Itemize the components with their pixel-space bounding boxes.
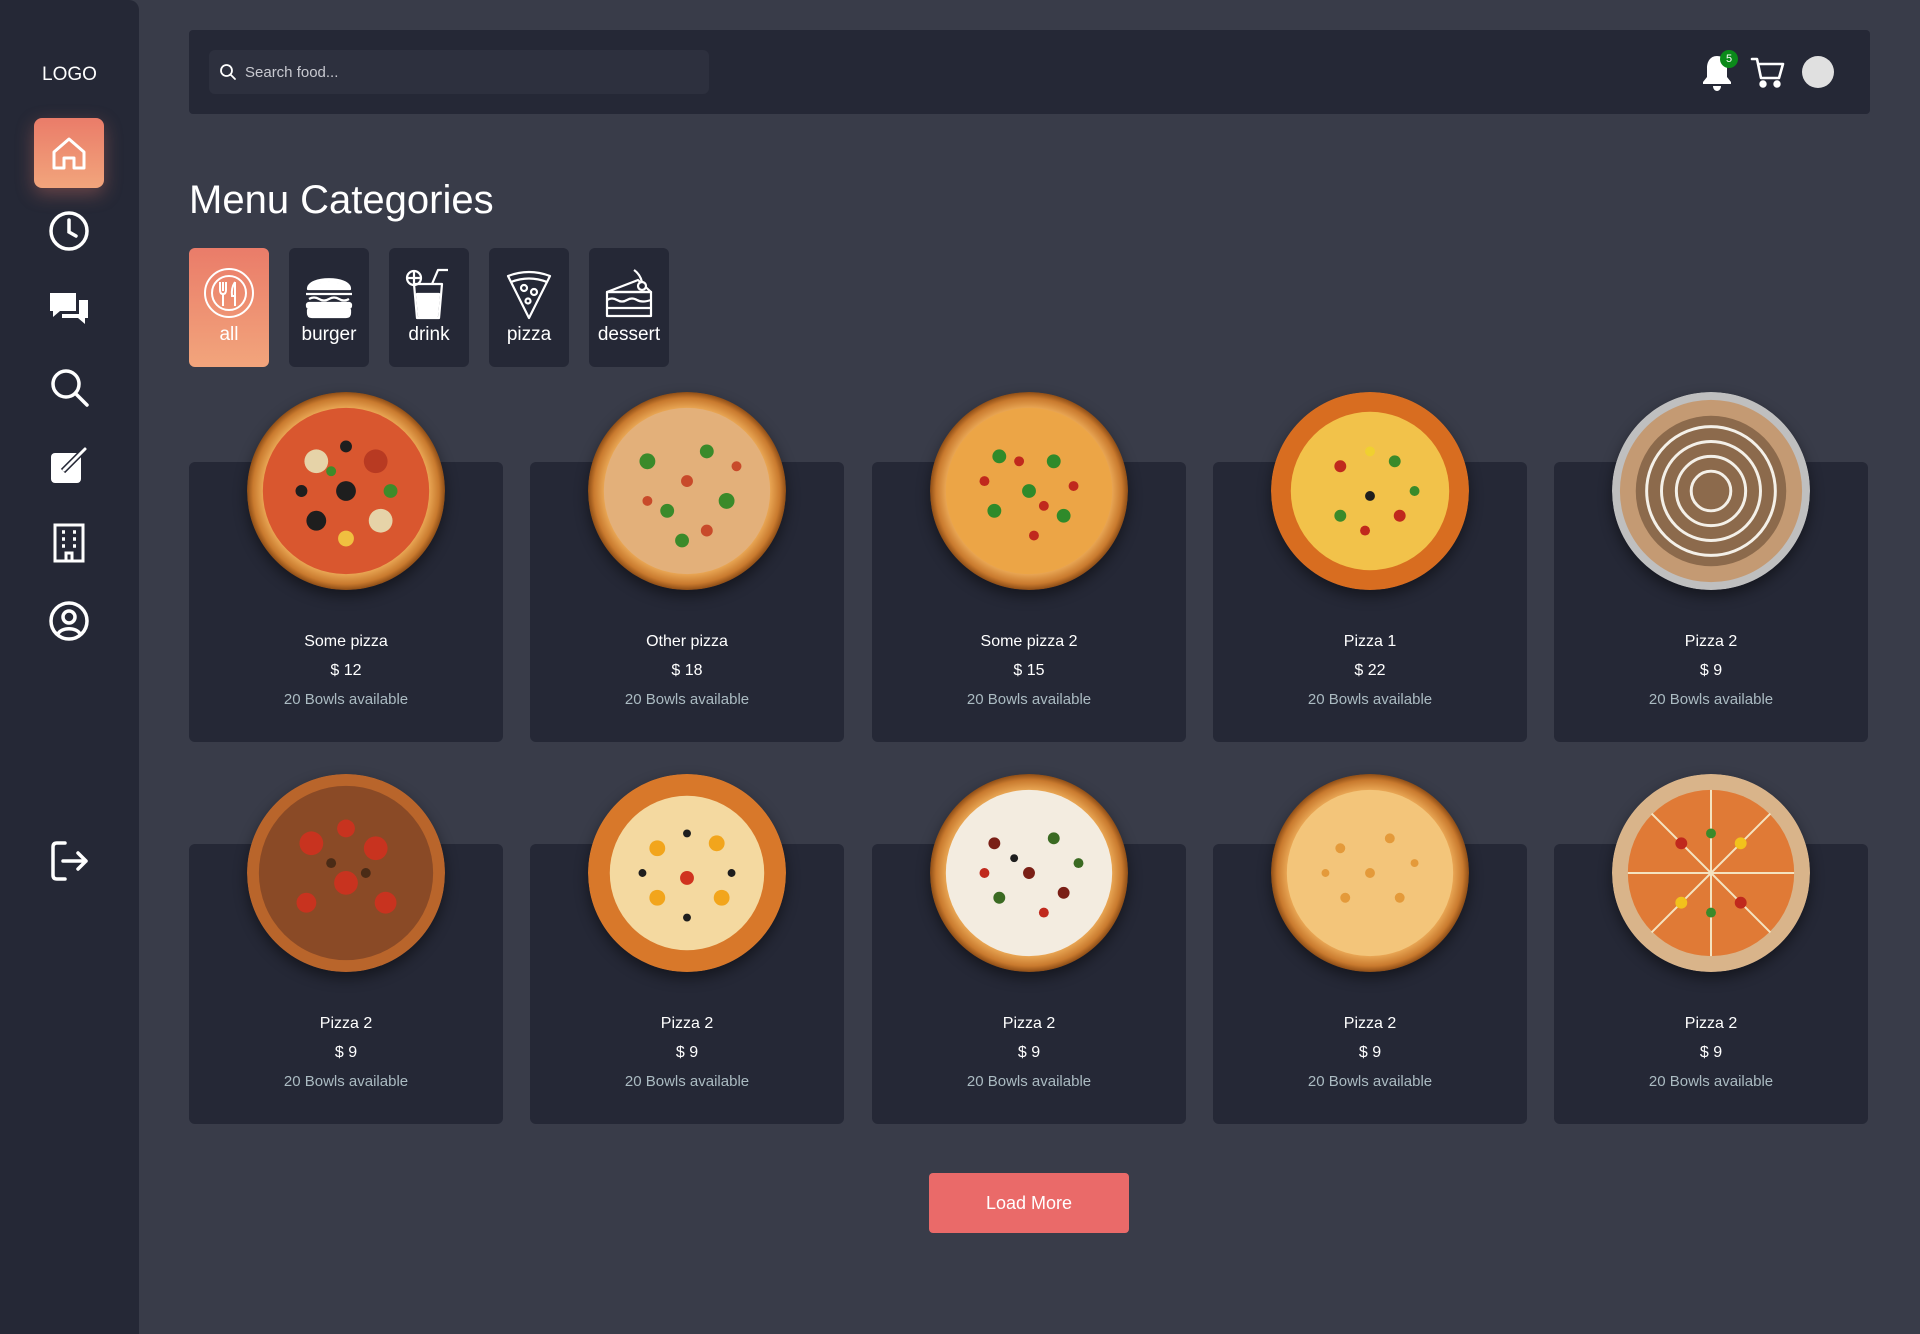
- category-burger[interactable]: burger: [289, 248, 369, 367]
- search-icon: [51, 369, 89, 407]
- item-availability: 20 Bowls available: [1307, 691, 1433, 708]
- item-availability: 20 Bowls available: [624, 691, 750, 708]
- cart-icon: [1750, 57, 1785, 88]
- item-name: Pizza 2: [319, 1015, 373, 1032]
- menu-card[interactable]: Pizza 2 $ 9 20 Bowls available: [1554, 392, 1868, 742]
- nav-search[interactable]: [34, 352, 104, 422]
- item-availability: 20 Bowls available: [1307, 1073, 1433, 1090]
- menu-card[interactable]: Some pizza $ 12 20 Bowls available: [189, 392, 503, 742]
- pizza-image: [1612, 774, 1810, 972]
- menu-card[interactable]: Pizza 2 $ 9 20 Bowls available: [872, 774, 1186, 1124]
- logout-icon: [51, 841, 88, 881]
- category-list: all burger drink pizza dessert: [189, 248, 689, 367]
- pizza-slice-icon: [506, 270, 552, 320]
- item-price: $ 9: [1699, 1044, 1723, 1061]
- category-label: all: [219, 324, 239, 345]
- item-availability: 20 Bowls available: [283, 691, 409, 708]
- item-name: Pizza 2: [1684, 633, 1738, 650]
- clock-icon: [49, 211, 89, 251]
- category-label: burger: [301, 324, 357, 345]
- menu-card[interactable]: Pizza 1 $ 22 20 Bowls available: [1213, 392, 1527, 742]
- item-price: $ 9: [334, 1044, 358, 1061]
- nav-logout[interactable]: [34, 826, 104, 896]
- cake-icon: [605, 269, 653, 318]
- pizza-image: [588, 774, 786, 972]
- item-name: Pizza 2: [1002, 1015, 1056, 1032]
- nav-profile[interactable]: [34, 586, 104, 656]
- building-icon: [53, 523, 85, 563]
- category-label: dessert: [597, 324, 661, 345]
- notification-badge: 5: [1720, 50, 1738, 68]
- menu-card[interactable]: Pizza 2 $ 9 20 Bowls available: [530, 774, 844, 1124]
- pizza-image: [930, 774, 1128, 972]
- item-availability: 20 Bowls available: [1648, 691, 1774, 708]
- cart-button[interactable]: [1750, 54, 1786, 90]
- menu-card[interactable]: Some pizza 2 $ 15 20 Bowls available: [872, 392, 1186, 742]
- category-label: drink: [408, 324, 450, 345]
- category-all[interactable]: all: [189, 248, 269, 367]
- nav-edit[interactable]: [34, 430, 104, 500]
- page-title: Menu Categories: [189, 178, 494, 222]
- pizza-image: [247, 774, 445, 972]
- pizza-image: [247, 392, 445, 590]
- item-price: $ 18: [671, 662, 703, 679]
- item-availability: 20 Bowls available: [966, 691, 1092, 708]
- home-icon: [52, 137, 86, 170]
- chat-icon: [50, 293, 88, 324]
- pizza-image: [1271, 774, 1469, 972]
- item-availability: 20 Bowls available: [1648, 1073, 1774, 1090]
- item-name: Some pizza 2: [980, 633, 1078, 650]
- avatar[interactable]: [1802, 56, 1834, 88]
- nav-building[interactable]: [34, 508, 104, 578]
- menu-card[interactable]: Pizza 2 $ 9 20 Bowls available: [1213, 774, 1527, 1124]
- user-circle-icon: [49, 601, 89, 641]
- item-availability: 20 Bowls available: [624, 1073, 750, 1090]
- item-availability: 20 Bowls available: [283, 1073, 409, 1090]
- menu-card[interactable]: Pizza 2 $ 9 20 Bowls available: [189, 774, 503, 1124]
- item-price: $ 9: [1017, 1044, 1041, 1061]
- item-name: Other pizza: [646, 633, 728, 650]
- load-more-button[interactable]: Load More: [929, 1173, 1129, 1233]
- item-availability: 20 Bowls available: [966, 1073, 1092, 1090]
- top-bar: 5: [189, 30, 1870, 114]
- category-dessert[interactable]: dessert: [589, 248, 669, 367]
- item-price: $ 9: [1699, 662, 1723, 679]
- pizza-image: [588, 392, 786, 590]
- item-name: Some pizza: [304, 633, 388, 650]
- item-price: $ 22: [1354, 662, 1386, 679]
- nav-messages[interactable]: [34, 274, 104, 344]
- item-price: $ 15: [1013, 662, 1045, 679]
- item-name: Pizza 2: [660, 1015, 714, 1032]
- notifications-button[interactable]: 5: [1700, 50, 1738, 92]
- nav-home[interactable]: [34, 118, 104, 188]
- search-icon: [220, 64, 236, 80]
- category-pizza[interactable]: pizza: [489, 248, 569, 367]
- item-price: $ 12: [330, 662, 362, 679]
- search-box[interactable]: [209, 50, 709, 94]
- sidebar: LOGO: [0, 0, 139, 1334]
- category-label: pizza: [506, 324, 552, 345]
- pizza-image: [1612, 392, 1810, 590]
- menu-card[interactable]: Other pizza $ 18 20 Bowls available: [530, 392, 844, 742]
- logo[interactable]: LOGO: [0, 64, 139, 86]
- item-name: Pizza 1: [1343, 633, 1397, 650]
- drink-icon: [405, 268, 448, 320]
- pizza-image: [1271, 392, 1469, 590]
- pizza-image: [930, 392, 1128, 590]
- edit-icon: [51, 446, 88, 483]
- item-price: $ 9: [1358, 1044, 1382, 1061]
- menu-card[interactable]: Pizza 2 $ 9 20 Bowls available: [1554, 774, 1868, 1124]
- nav-history[interactable]: [34, 196, 104, 266]
- item-price: $ 9: [675, 1044, 699, 1061]
- search-input[interactable]: [245, 63, 695, 81]
- plate-icon: [204, 268, 254, 318]
- burger-icon: [305, 278, 353, 319]
- category-drink[interactable]: drink: [389, 248, 469, 367]
- item-name: Pizza 2: [1684, 1015, 1738, 1032]
- item-name: Pizza 2: [1343, 1015, 1397, 1032]
